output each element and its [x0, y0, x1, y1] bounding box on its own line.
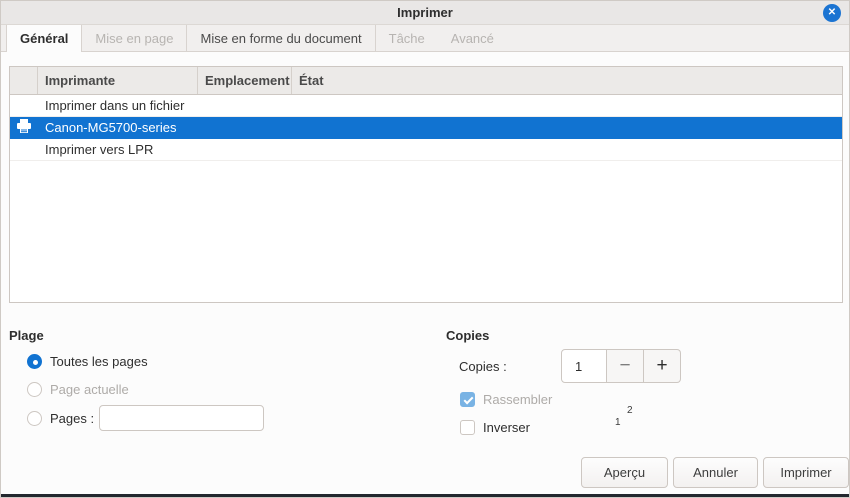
preview-button[interactable]: Aperçu	[581, 457, 668, 488]
tab-general[interactable]: Général	[6, 25, 82, 52]
collate-checkbox	[460, 392, 475, 407]
copies-value-input[interactable]: 1	[561, 349, 607, 383]
print-dialog: Imprimer ✕ Général Mise en page Mise en …	[0, 0, 850, 498]
radio-current-page: Page actuelle	[27, 382, 129, 397]
copies-label: Copies :	[459, 359, 507, 374]
reverse-label: Inverser	[483, 420, 530, 435]
printer-name: Imprimer dans un fichier	[38, 98, 198, 113]
radio-all-pages[interactable]: Toutes les pages	[27, 354, 148, 369]
radio-button-icon	[27, 382, 42, 397]
printer-name: Canon-MG5700-series	[38, 120, 198, 135]
copies-section-title: Copies	[446, 328, 489, 343]
collate-label: Rassembler	[483, 392, 552, 407]
header-etat[interactable]: État	[292, 67, 842, 94]
reverse-checkbox-row[interactable]: Inverser	[460, 420, 530, 435]
radio-label: Toutes les pages	[50, 354, 148, 369]
printer-icon	[16, 119, 32, 136]
print-button[interactable]: Imprimer	[763, 457, 849, 488]
collation-page-1: 1	[615, 417, 621, 428]
screen-edge-strip	[1, 494, 849, 498]
tab-mise-en-page: Mise en page	[82, 25, 187, 51]
range-section-title: Plage	[9, 328, 44, 343]
printer-list: Imprimante Emplacement État Imprimer dan…	[9, 66, 843, 303]
reverse-checkbox[interactable]	[460, 420, 475, 435]
radio-pages[interactable]: Pages :	[27, 411, 94, 426]
pages-range-input[interactable]	[99, 405, 264, 431]
tab-avance: Avancé	[438, 25, 507, 51]
tab-bar: Général Mise en page Mise en forme du do…	[1, 25, 849, 52]
increase-copies-button[interactable]: +	[644, 349, 681, 383]
close-icon[interactable]: ✕	[823, 4, 841, 22]
tab-tache: Tâche	[376, 25, 438, 51]
radio-button-icon[interactable]	[27, 354, 42, 369]
header-imprimante[interactable]: Imprimante	[38, 67, 198, 94]
header-emplacement[interactable]: Emplacement	[198, 67, 292, 94]
radio-label: Pages :	[50, 411, 94, 426]
table-row-canon-printer[interactable]: Canon-MG5700-series	[10, 117, 842, 139]
radio-label: Page actuelle	[50, 382, 129, 397]
table-row-print-to-file[interactable]: Imprimer dans un fichier	[10, 95, 842, 117]
tab-mise-en-forme-du-document[interactable]: Mise en forme du document	[187, 25, 375, 51]
radio-button-icon[interactable]	[27, 411, 42, 426]
printer-list-header: Imprimante Emplacement État	[10, 67, 842, 95]
dialog-title: Imprimer	[397, 5, 453, 20]
printer-name: Imprimer vers LPR	[38, 142, 198, 157]
copies-stepper: 1 − +	[561, 349, 681, 383]
decrease-copies-button[interactable]: −	[607, 349, 644, 383]
cancel-button[interactable]: Annuler	[673, 457, 758, 488]
table-row-print-to-lpr[interactable]: Imprimer vers LPR	[10, 139, 842, 161]
titlebar: Imprimer ✕	[1, 1, 849, 25]
header-icon-column	[10, 67, 38, 94]
collation-page-2: 2	[627, 405, 633, 416]
collate-checkbox-row: Rassembler	[460, 392, 552, 407]
